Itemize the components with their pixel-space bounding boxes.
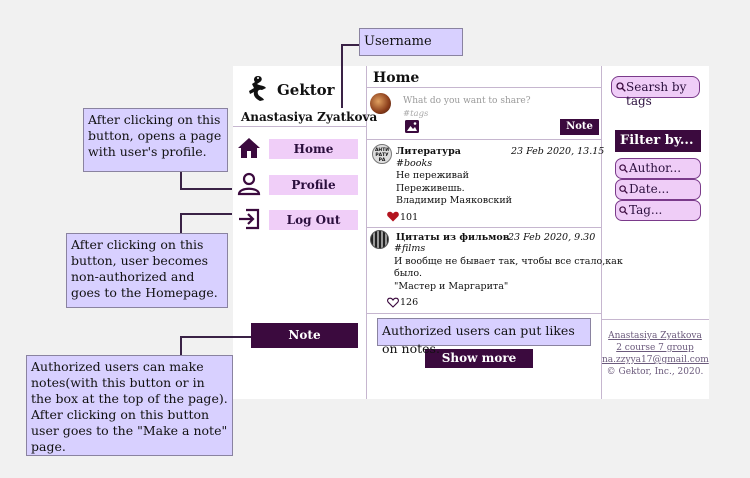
like-outline-icon[interactable]: [387, 297, 399, 308]
search-icon: [619, 185, 628, 194]
sidebar-note-button[interactable]: Note: [251, 323, 358, 348]
filter-tag-button[interactable]: Tag...: [615, 200, 701, 221]
logout-icon[interactable]: [237, 207, 261, 231]
divider: [366, 87, 601, 88]
home-icon[interactable]: [237, 137, 261, 159]
callout-username: Username: [359, 28, 463, 56]
post-date: 23 Feb 2020, 13.15: [511, 146, 605, 157]
filter-date-label: Date...: [629, 182, 670, 196]
like-count: 101: [400, 212, 419, 223]
image-upload-icon[interactable]: [405, 120, 419, 133]
nav-logout-button[interactable]: Log Out: [269, 210, 358, 230]
callout-profile: After clicking on this button, opens a p…: [83, 108, 228, 172]
post-tag[interactable]: #books: [396, 158, 432, 171]
composer-note-button[interactable]: Note: [560, 119, 599, 135]
profile-icon[interactable]: [237, 172, 261, 196]
divider: [366, 227, 601, 228]
post-tag[interactable]: #films: [394, 243, 425, 256]
post-line: Не переживай: [396, 170, 469, 181]
search-icon: [619, 206, 628, 215]
post-line: Переживешь.: [396, 183, 465, 194]
connector: [180, 337, 182, 355]
nav-profile-button[interactable]: Profile: [269, 175, 358, 195]
composer-tags-input[interactable]: #tags: [403, 109, 428, 119]
divider: [233, 126, 366, 127]
post-line: "Мастер и Маргарита": [394, 281, 509, 292]
callout-likes: Authorized users can put likes on notes.: [377, 318, 591, 356]
filter-date-button[interactable]: Date...: [615, 179, 701, 200]
composer-avatar: [370, 93, 391, 114]
post-avatar: [370, 230, 389, 249]
filter-author-label: Author...: [629, 161, 682, 175]
connector: [180, 336, 251, 338]
post-line: было.: [394, 268, 423, 279]
search-icon: [619, 164, 628, 173]
divider: [366, 313, 601, 314]
composer-input[interactable]: What do you want to share?: [403, 96, 531, 106]
connector: [180, 213, 232, 215]
page-title: Home: [373, 70, 420, 86]
connector: [341, 44, 343, 108]
post-date: 23 Feb 2020, 9.30: [508, 232, 596, 243]
footer-copyright: © Gektor, Inc., 2020.: [606, 367, 704, 377]
callout-note: Authorized users can make notes(with thi…: [26, 355, 233, 456]
like-filled-icon[interactable]: [387, 211, 399, 222]
avatar-label: АНТИ РАТУ РА: [374, 148, 390, 163]
footer-name-link[interactable]: Anastasiya Zyatkova: [602, 330, 708, 342]
show-more-button[interactable]: Show more: [425, 349, 533, 368]
post-avatar: АНТИ РАТУ РА: [372, 144, 392, 164]
footer-course-link[interactable]: 2 course 7 group: [602, 342, 708, 354]
filter-title: Filter by...: [615, 130, 701, 152]
divider: [601, 319, 709, 320]
connector: [341, 44, 359, 46]
divider: [366, 139, 601, 140]
search-by-tags-button[interactable]: Searsh by tags: [611, 76, 700, 108]
like-count: 126: [400, 297, 419, 308]
post-author[interactable]: Цитаты из фильмов: [396, 232, 509, 243]
filter-tag-label: Tag...: [629, 203, 663, 217]
footer-email-link[interactable]: na.zzyya17@gmail.com: [602, 354, 709, 366]
post-line: И вообще не бывает так, чтобы все стало,…: [394, 256, 623, 267]
logo-icon[interactable]: [244, 74, 272, 104]
sidebar-username[interactable]: Anastasiya Zyatkova: [241, 110, 377, 124]
connector: [180, 188, 232, 190]
post-line: Владимир Маяковский: [396, 195, 512, 206]
post-author[interactable]: Литература: [396, 146, 461, 157]
callout-logout: After clicking on this button, user beco…: [66, 233, 228, 308]
footer: Anastasiya Zyatkova 2 course 7 group na.…: [602, 330, 709, 378]
filter-author-button[interactable]: Author...: [615, 158, 701, 179]
connector: [180, 213, 182, 233]
search-by-tags-label: Searsh by tags: [626, 80, 687, 108]
search-icon: [616, 82, 626, 92]
brand-name: Gektor: [277, 81, 335, 99]
nav-home-button[interactable]: Home: [269, 139, 358, 159]
